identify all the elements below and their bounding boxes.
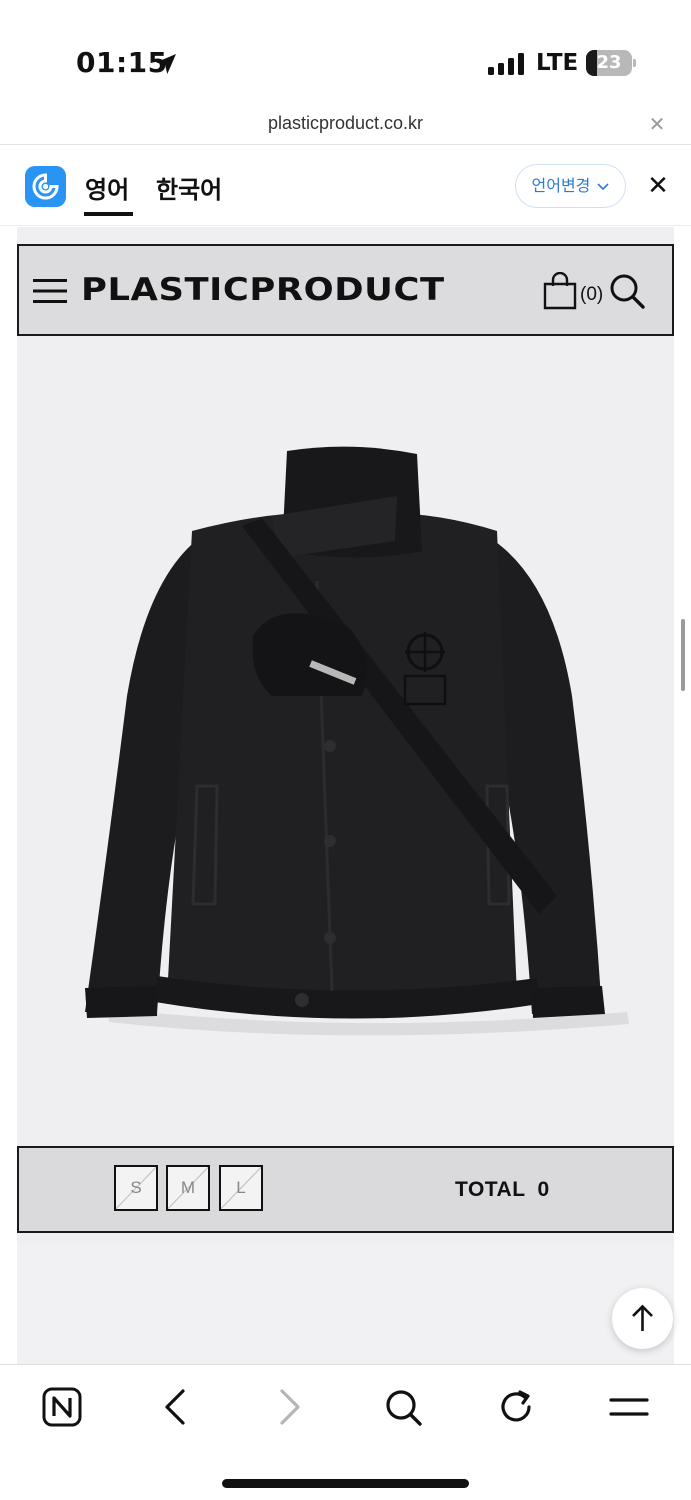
network-type: LTE	[536, 50, 579, 76]
back-arrow-icon[interactable]	[155, 1387, 195, 1427]
translate-bar: 영어 한국어 언어변경 ✕	[0, 146, 691, 226]
close-icon[interactable]: ✕	[646, 115, 668, 137]
home-indicator[interactable]	[222, 1479, 469, 1488]
web-page: PLASTICPRODUCT (0) S M L TOTAL 0	[0, 227, 691, 1364]
size-label: S	[130, 1178, 142, 1197]
url-bar[interactable]: plasticproduct.co.kr ✕	[0, 105, 691, 145]
status-bar: 01:15 LTE 23	[0, 0, 691, 105]
papago-logo-icon[interactable]	[25, 166, 66, 207]
browser-toolbar	[0, 1364, 691, 1500]
total-display: TOTAL 0	[455, 1178, 550, 1202]
product-image[interactable]	[17, 336, 674, 1146]
scroll-to-top-button[interactable]	[612, 1288, 673, 1349]
change-language-label: 언어변경	[531, 176, 591, 195]
change-language-button[interactable]: 언어변경	[515, 164, 626, 208]
battery-level: 23	[596, 52, 622, 73]
hamburger-menu-icon[interactable]	[33, 277, 67, 305]
size-option-m[interactable]: M	[166, 1165, 210, 1211]
signal-bars-icon	[488, 53, 524, 75]
forward-arrow-icon[interactable]	[270, 1387, 310, 1427]
size-label: M	[180, 1178, 196, 1197]
search-icon[interactable]	[609, 273, 645, 309]
shopping-bag-icon[interactable]	[541, 272, 579, 310]
tab-korean[interactable]: 한국어	[156, 170, 222, 205]
search-icon[interactable]	[383, 1387, 423, 1427]
size-label: L	[236, 1178, 246, 1197]
close-icon[interactable]: ✕	[644, 172, 672, 200]
next-product-panel	[17, 1245, 674, 1364]
total-label: TOTAL	[455, 1178, 526, 1201]
site-logo[interactable]: PLASTICPRODUCT	[81, 272, 445, 308]
url-text[interactable]: plasticproduct.co.kr	[0, 113, 691, 134]
chevron-down-icon	[597, 182, 610, 190]
cart-count[interactable]: (0)	[580, 284, 603, 306]
site-header: PLASTICPRODUCT (0)	[17, 244, 674, 336]
tab-english[interactable]: 영어	[85, 170, 129, 205]
scrollbar[interactable]	[681, 619, 685, 691]
refresh-icon[interactable]	[496, 1387, 536, 1427]
total-value: 0	[537, 1178, 550, 1201]
active-tab-indicator	[84, 212, 133, 216]
menu-icon[interactable]	[609, 1387, 649, 1427]
location-arrow-icon	[156, 54, 176, 74]
naver-home-icon[interactable]	[42, 1387, 82, 1427]
size-option-l[interactable]: L	[219, 1165, 263, 1211]
battery-icon: 23	[586, 50, 636, 76]
arrow-up-icon	[632, 1304, 653, 1331]
size-option-s[interactable]: S	[114, 1165, 158, 1211]
size-selector-bar: S M L TOTAL 0	[17, 1146, 674, 1233]
